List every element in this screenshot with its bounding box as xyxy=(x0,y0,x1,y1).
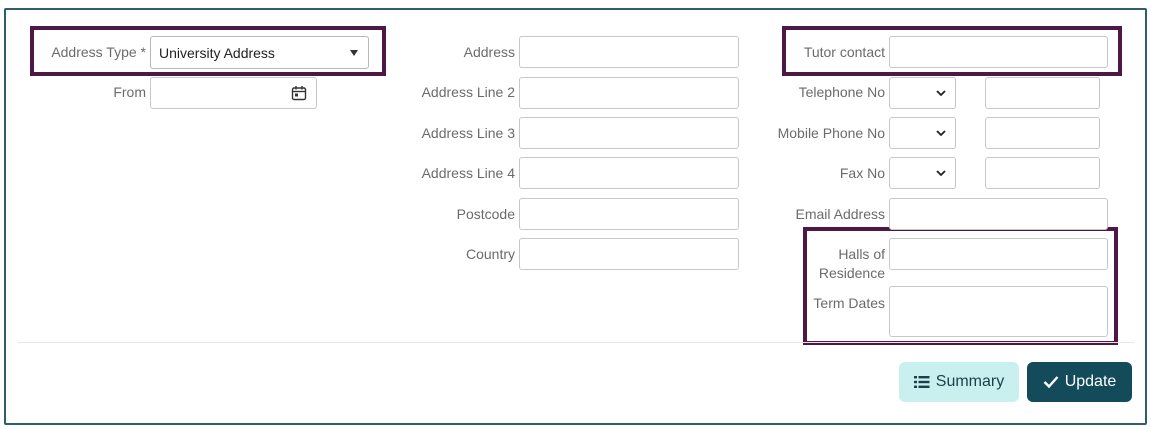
fax-no-label: Fax No xyxy=(839,165,885,181)
mobile-phone-no-label: Mobile Phone No xyxy=(777,125,885,141)
term-dates-textarea[interactable] xyxy=(889,286,1108,337)
caret-down-icon xyxy=(350,50,358,56)
from-label: From xyxy=(113,84,146,100)
mobile-prefix-select[interactable] xyxy=(889,117,956,149)
term-dates-label: Term Dates xyxy=(813,295,885,311)
telephone-number-input[interactable] xyxy=(985,77,1100,109)
postcode-input[interactable] xyxy=(519,198,739,230)
telephone-prefix-select[interactable] xyxy=(889,77,956,109)
chevron-down-icon xyxy=(936,130,946,137)
summary-button[interactable]: Summary xyxy=(899,362,1019,402)
country-label: Country xyxy=(465,246,515,262)
halls-of-residence-input[interactable] xyxy=(889,238,1108,270)
address-line-3-input[interactable] xyxy=(519,117,739,149)
update-button-label: Update xyxy=(1064,373,1117,390)
address-line-4-input[interactable] xyxy=(519,157,739,189)
tutor-contact-label: Tutor contact xyxy=(803,44,885,60)
address-type-select[interactable]: University Address xyxy=(150,36,369,69)
address-type-value: University Address xyxy=(159,45,275,61)
address-line-2-label: Address Line 2 xyxy=(421,84,515,100)
email-address-input[interactable] xyxy=(889,198,1108,230)
list-icon xyxy=(913,376,930,388)
telephone-no-label: Telephone No xyxy=(798,84,885,100)
chevron-down-icon xyxy=(936,90,946,97)
address-line-3-label: Address Line 3 xyxy=(421,125,515,141)
tutor-contact-input[interactable] xyxy=(889,36,1108,68)
address-type-label: Address Type * xyxy=(51,44,146,60)
postcode-label: Postcode xyxy=(456,206,515,222)
address-input[interactable] xyxy=(519,36,739,68)
country-input[interactable] xyxy=(519,238,739,270)
address-line-2-input[interactable] xyxy=(519,77,739,109)
halls-of-residence-label-line1: Halls of xyxy=(838,246,885,262)
from-date-input[interactable] xyxy=(150,77,317,109)
address-line-4-label: Address Line 4 xyxy=(421,165,515,181)
email-address-label: Email Address xyxy=(795,206,885,222)
checkmark-icon xyxy=(1043,376,1059,389)
update-button[interactable]: Update xyxy=(1027,362,1132,402)
address-label: Address xyxy=(463,44,515,60)
mobile-number-input[interactable] xyxy=(985,117,1100,149)
summary-button-label: Summary xyxy=(935,373,1005,390)
fax-number-input[interactable] xyxy=(985,157,1100,189)
chevron-down-icon xyxy=(936,170,946,177)
halls-of-residence-label-line2: Residence xyxy=(818,265,885,281)
calendar-icon[interactable] xyxy=(291,85,307,101)
form-divider xyxy=(18,342,1134,343)
fax-prefix-select[interactable] xyxy=(889,157,956,189)
